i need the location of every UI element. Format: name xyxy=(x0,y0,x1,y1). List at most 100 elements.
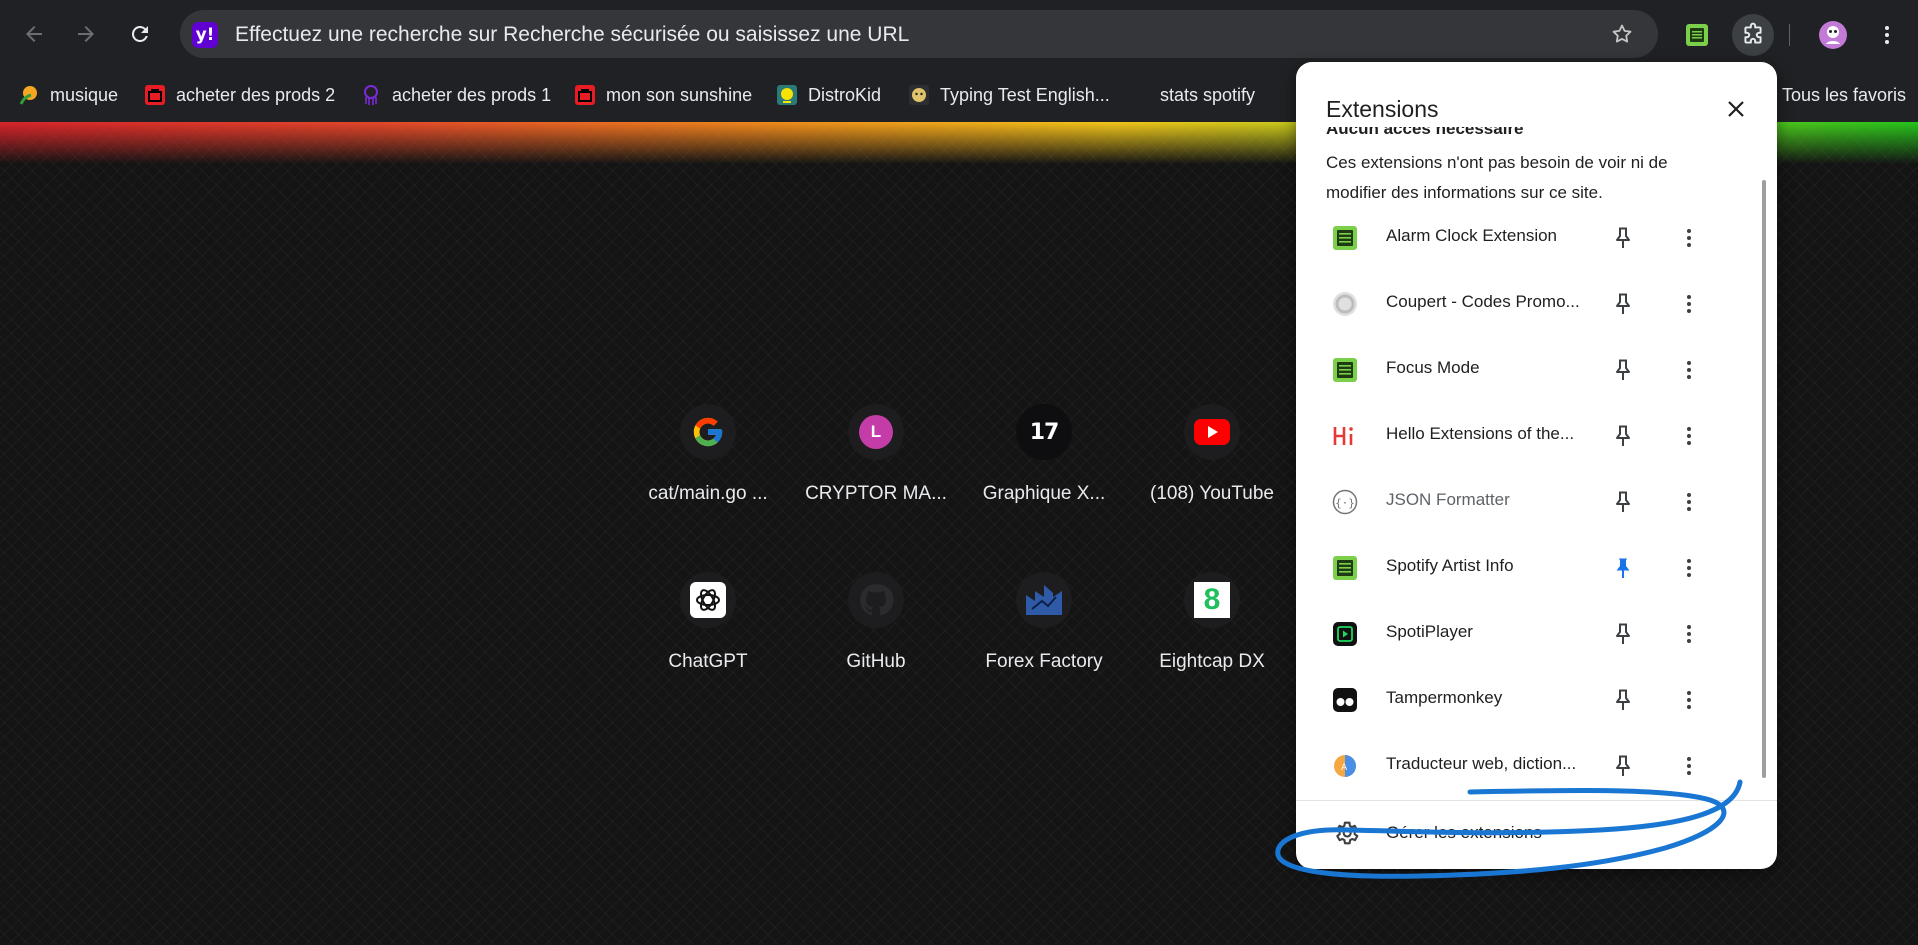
shortcut-icon-container xyxy=(680,404,736,460)
extension-item[interactable]: SpotiPlayer xyxy=(1296,600,1756,666)
svg-text:{·}: {·} xyxy=(1335,497,1355,510)
extension-name: Spotify Artist Info xyxy=(1386,556,1514,575)
shortcut-tile-forex-factory[interactable]: Forex Factory xyxy=(969,558,1119,698)
pin-extension-button[interactable] xyxy=(1608,223,1638,253)
extension-name: Traducteur web, diction... xyxy=(1386,754,1577,773)
shortcut-icon-container xyxy=(1184,404,1240,460)
coupert-icon xyxy=(1332,291,1358,317)
red-bag-icon xyxy=(145,85,165,105)
bookmark-label: Typing Test English... xyxy=(940,84,1110,105)
shortcut-tile-eightcap[interactable]: 8 Eightcap DX xyxy=(1137,558,1287,698)
bookmark-acheter-des-prods-1[interactable]: acheter des prods 1 xyxy=(360,80,551,110)
three-dots-vertical-icon xyxy=(1687,757,1691,775)
star-icon xyxy=(1612,24,1632,43)
bookmark-label: acheter des prods 2 xyxy=(176,84,336,105)
bookmark-all-favorites[interactable]: Tous les favoris xyxy=(1782,80,1906,110)
shortcut-tile-cryptor[interactable]: L CRYPTOR MA... xyxy=(801,390,951,530)
shortcut-tile-google[interactable]: cat/main.go ... xyxy=(633,390,783,530)
extensions-popup: Extensions Aucun accès nécessaire Ces ex… xyxy=(1296,62,1777,869)
extension-item[interactable]: {·} JSON Formatter xyxy=(1296,468,1756,534)
bookmark-mon-son-sunshine[interactable]: mon son sunshine xyxy=(574,80,752,110)
extension-name: Alarm Clock Extension xyxy=(1386,226,1558,245)
purple-octopus-icon xyxy=(364,85,378,105)
pin-icon xyxy=(1616,425,1630,446)
extension-name: JSON Formatter xyxy=(1386,490,1510,509)
extension-more-options-button[interactable] xyxy=(1674,421,1704,451)
pin-icon xyxy=(1616,293,1630,314)
shortcut-tile-github[interactable]: GitHub xyxy=(801,558,951,698)
manage-extensions-button[interactable]: Gérer les extensions xyxy=(1296,804,1777,864)
pinned-extension-button[interactable] xyxy=(1608,553,1638,583)
forward-button[interactable] xyxy=(66,14,106,54)
extension-more-options-button[interactable] xyxy=(1674,355,1704,385)
profile-avatar-button[interactable] xyxy=(1812,14,1854,56)
green-screen-icon xyxy=(1686,24,1708,46)
three-dots-vertical-icon xyxy=(1687,559,1691,577)
json-braces-icon: {·} xyxy=(1332,489,1358,515)
extension-more-options-button[interactable] xyxy=(1674,289,1704,319)
pin-extension-button[interactable] xyxy=(1608,289,1638,319)
shortcut-icon-container xyxy=(848,572,904,628)
shortcut-icon-container: 17 xyxy=(1016,404,1072,460)
extension-more-options-button[interactable] xyxy=(1674,487,1704,517)
three-dots-vertical-icon xyxy=(1687,229,1691,247)
gear-icon xyxy=(1336,821,1359,845)
shortcut-tile-graphique[interactable]: 17 Graphique X... xyxy=(969,390,1119,530)
yahoo-search-icon: y! xyxy=(192,22,218,48)
pin-extension-button[interactable] xyxy=(1608,487,1638,517)
extension-item[interactable]: Hello Extensions of the... xyxy=(1296,402,1756,468)
bookmark-distrokid[interactable]: DistroKid xyxy=(776,80,881,110)
popup-divider xyxy=(1296,800,1777,801)
close-icon xyxy=(1728,101,1744,117)
extension-more-options-button[interactable] xyxy=(1674,223,1704,253)
pin-icon xyxy=(1616,755,1630,776)
shortcut-label: ChatGPT xyxy=(668,651,748,672)
extension-more-options-button[interactable] xyxy=(1674,553,1704,583)
extension-more-options-button[interactable] xyxy=(1674,685,1704,715)
extension-item[interactable]: Spotify Artist Info xyxy=(1296,534,1756,600)
address-bar[interactable]: y! Effectuez une recherche sur Recherche… xyxy=(180,10,1658,58)
extension-more-options-button[interactable] xyxy=(1674,619,1704,649)
bookmark-musique[interactable]: musique xyxy=(18,80,118,110)
popup-title: Extensions xyxy=(1326,96,1439,122)
bookmark-typing-test[interactable]: Typing Test English... xyxy=(908,80,1110,110)
shortcut-tile-youtube[interactable]: (108) YouTube xyxy=(1137,390,1287,530)
green-screen-icon xyxy=(1332,225,1358,251)
pin-extension-button[interactable] xyxy=(1608,355,1638,385)
reload-icon xyxy=(131,25,148,42)
extension-item[interactable]: Tampermonkey xyxy=(1296,666,1756,732)
youtube-icon xyxy=(1194,419,1230,445)
extensions-menu-button[interactable] xyxy=(1732,14,1774,56)
shortcut-icon-container: L xyxy=(848,404,904,460)
pin-extension-button[interactable] xyxy=(1608,685,1638,715)
shortcut-tile-chatgpt[interactable]: ChatGPT xyxy=(633,558,783,698)
extension-item[interactable]: Coupert - Codes Promo... xyxy=(1296,270,1756,336)
pin-extension-button[interactable] xyxy=(1608,619,1638,649)
extension-item[interactable]: Focus Mode xyxy=(1296,336,1756,402)
extension-more-options-button[interactable] xyxy=(1674,751,1704,781)
bookmark-star-button[interactable] xyxy=(1608,20,1636,48)
three-dots-vertical-icon xyxy=(1687,295,1691,313)
puzzle-piece-icon xyxy=(1744,22,1762,44)
pin-extension-button[interactable] xyxy=(1608,421,1638,451)
reload-button[interactable] xyxy=(120,14,160,54)
three-dots-vertical-icon xyxy=(1885,26,1889,44)
bookmark-acheter-des-prods-2[interactable]: acheter des prods 2 xyxy=(144,80,335,110)
popup-scrollbar-thumb[interactable] xyxy=(1762,180,1766,778)
extension-green-screen-button[interactable] xyxy=(1676,14,1718,56)
distrokid-icon xyxy=(777,85,797,105)
monkey-icon xyxy=(909,85,929,105)
bookmark-label: Tous les favoris xyxy=(1782,84,1907,105)
browser-menu-button[interactable] xyxy=(1866,14,1908,56)
extension-item[interactable]: A Traducteur web, diction... xyxy=(1296,732,1756,798)
green-screen-icon xyxy=(1332,357,1358,383)
extension-item[interactable]: Alarm Clock Extension xyxy=(1296,204,1756,270)
shortcut-icon-container xyxy=(680,572,736,628)
profile-avatar-icon xyxy=(1819,21,1847,49)
extension-name: SpotiPlayer xyxy=(1386,622,1473,641)
pin-extension-button[interactable] xyxy=(1608,751,1638,781)
google-icon xyxy=(693,417,723,447)
bookmark-stats-spotify[interactable]: stats spotify xyxy=(1160,80,1255,110)
back-button[interactable] xyxy=(14,14,54,54)
close-popup-button[interactable] xyxy=(1719,92,1753,126)
